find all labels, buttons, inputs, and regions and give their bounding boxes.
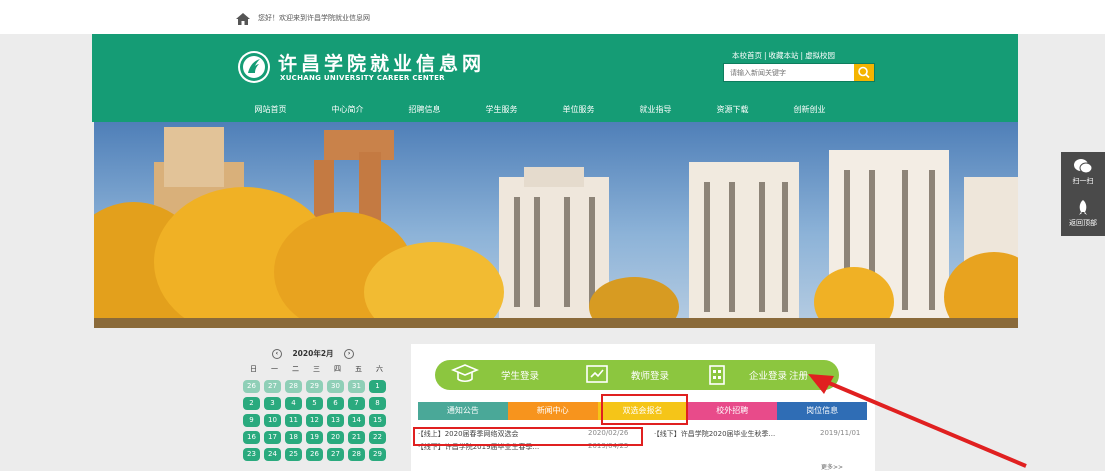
calendar-day[interactable]: 15	[369, 414, 386, 427]
teacher-login-button[interactable]: 教师登录	[585, 360, 671, 390]
nav-employer-services[interactable]: 单位服务	[540, 102, 617, 122]
calendar-days-grid: 26 27 28 29 30 31 1 2 3 4 5 6 7 8 9 10 11 12 13 14 15 16 17 18 1…	[243, 380, 391, 465]
link-virtual-campus[interactable]: 虚拟校园	[805, 51, 835, 60]
welcome-text: 您好！欢迎来到许昌学院就业信息网	[258, 14, 370, 22]
company-login-label: 企业登录	[749, 371, 788, 382]
company-login-button[interactable]: 企业登录 注册	[707, 360, 808, 390]
calendar-day[interactable]: 26	[243, 380, 260, 393]
calendar-day[interactable]: 13	[327, 414, 344, 427]
weekday: 一	[271, 365, 278, 373]
calendar-day[interactable]: 17	[264, 431, 281, 444]
graduation-cap-icon	[451, 364, 479, 383]
wechat-icon	[1074, 159, 1093, 174]
calendar-month-title: 2020年2月	[292, 349, 334, 358]
top-strip: 您好！欢迎来到许昌学院就业信息网	[0, 0, 1105, 34]
calendar-day[interactable]: 28	[348, 448, 365, 461]
calendar-next-button[interactable]: ›	[344, 348, 355, 359]
calendar-day[interactable]: 27	[264, 380, 281, 393]
calendar-day[interactable]: 11	[285, 414, 302, 427]
weekday: 六	[376, 365, 383, 373]
calendar-day[interactable]: 28	[285, 380, 302, 393]
nav-downloads[interactable]: 资源下载	[694, 102, 771, 122]
calendar-day[interactable]: 18	[285, 431, 302, 444]
rocket-icon	[1079, 200, 1087, 215]
calendar-day[interactable]: 22	[369, 431, 386, 444]
student-login-label: 学生登录	[501, 371, 540, 382]
calendar-day[interactable]: 8	[369, 397, 386, 410]
calendar-day[interactable]: 20	[327, 431, 344, 444]
calendar-day[interactable]: 10	[264, 414, 281, 427]
calendar-day[interactable]: 2	[243, 397, 260, 410]
weekday: 二	[292, 365, 299, 373]
annotation-arrow	[808, 374, 1027, 468]
calendar-day[interactable]: 19	[306, 431, 323, 444]
search-input[interactable]	[724, 64, 855, 81]
calendar-day[interactable]: 3	[264, 397, 281, 410]
campus-banner-image	[94, 122, 1018, 328]
calendar-weekdays: 日 一 二 三 四 五 六	[243, 364, 391, 374]
tab-external-recruitment[interactable]: 校外招聘	[687, 402, 778, 420]
campus-scene	[94, 127, 1018, 328]
calendar-day[interactable]: 7	[348, 397, 365, 410]
calendar-header: ‹ 2020年2月 ›	[237, 348, 389, 359]
weekday: 五	[355, 365, 362, 373]
calendar-day[interactable]: 31	[348, 380, 365, 393]
teacher-login-label: 教师登录	[631, 371, 670, 382]
calendar-day[interactable]: 29	[306, 380, 323, 393]
calendar: ‹ 2020年2月 › 日 一 二 三 四 五 六 26 27 28 29 30 31 1 2…	[237, 344, 389, 471]
calendar-day[interactable]: 24	[264, 448, 281, 461]
nav-home[interactable]: 网站首页	[232, 102, 309, 122]
calendar-prev-button[interactable]: ‹	[271, 348, 282, 359]
logo-emblem-icon	[240, 53, 268, 81]
calendar-day[interactable]: 5	[306, 397, 323, 410]
calendar-day[interactable]: 6	[327, 397, 344, 410]
calendar-day[interactable]: 29	[369, 448, 386, 461]
calendar-day[interactable]: 26	[306, 448, 323, 461]
calendar-day[interactable]: 14	[348, 414, 365, 427]
calendar-day[interactable]: 9	[243, 414, 260, 427]
login-bar: 学生登录 教师登录 企业登录 注册	[435, 360, 839, 390]
student-login-button[interactable]: 学生登录	[451, 360, 541, 390]
top-links: 本校首页 | 收藏本站 | 虚拟校园	[732, 50, 835, 61]
company-building-icon	[709, 365, 725, 385]
calendar-day[interactable]: 25	[285, 448, 302, 461]
news-item-autumn-fair[interactable]: ·【线下】许昌学院2020届毕业生秋季...	[654, 429, 775, 439]
tab-news-center[interactable]: 新闻中心	[507, 402, 598, 420]
search-box	[723, 63, 875, 82]
calendar-day[interactable]: 4	[285, 397, 302, 410]
home-icon[interactable]	[236, 13, 250, 25]
calendar-day[interactable]: 30	[327, 380, 344, 393]
site-subtitle: XUCHANG UNIVERSITY CAREER CENTER	[280, 74, 445, 82]
wechat-label: 扫一扫	[1072, 177, 1094, 185]
calendar-day[interactable]: 23	[243, 448, 260, 461]
back-to-top-label: 返回顶部	[1069, 219, 1097, 227]
calendar-day[interactable]: 1	[369, 380, 386, 393]
annotation-box-news-item	[413, 427, 643, 446]
site-header: 许昌学院就业信息网 XUCHANG UNIVERSITY CAREER CENT…	[92, 34, 1018, 122]
calendar-day[interactable]: 21	[348, 431, 365, 444]
link-bookmark[interactable]: 收藏本站	[769, 51, 799, 60]
calendar-day[interactable]: 12	[306, 414, 323, 427]
main-nav: 网站首页 中心简介 招聘信息 学生服务 单位服务 就业指导 资源下载 创新创业	[92, 102, 1018, 122]
tab-notices[interactable]: 通知公告	[418, 402, 508, 420]
weekday: 三	[313, 365, 320, 373]
search-button[interactable]	[854, 64, 874, 81]
search-icon	[858, 66, 870, 79]
university-logo	[238, 51, 270, 83]
calendar-day[interactable]: 16	[243, 431, 260, 444]
calendar-day[interactable]: 27	[327, 448, 344, 461]
teacher-board-icon	[586, 365, 608, 383]
site-title: 许昌学院就业信息网	[278, 53, 486, 75]
link-school-home[interactable]: 本校首页	[732, 51, 762, 60]
back-to-top-button[interactable]: 返回顶部	[1061, 194, 1105, 236]
wechat-scan-button[interactable]: 扫一扫	[1061, 152, 1105, 194]
nav-entrepreneurship[interactable]: 创新创业	[771, 102, 848, 122]
nav-recruitment[interactable]: 招聘信息	[386, 102, 463, 122]
weekday: 四	[334, 365, 341, 373]
annotation-box-signup-tab	[601, 394, 688, 425]
nav-about[interactable]: 中心简介	[309, 102, 386, 122]
weekday: 日	[250, 365, 257, 373]
nav-student-services[interactable]: 学生服务	[463, 102, 540, 122]
nav-career-guidance[interactable]: 就业指导	[617, 102, 694, 122]
